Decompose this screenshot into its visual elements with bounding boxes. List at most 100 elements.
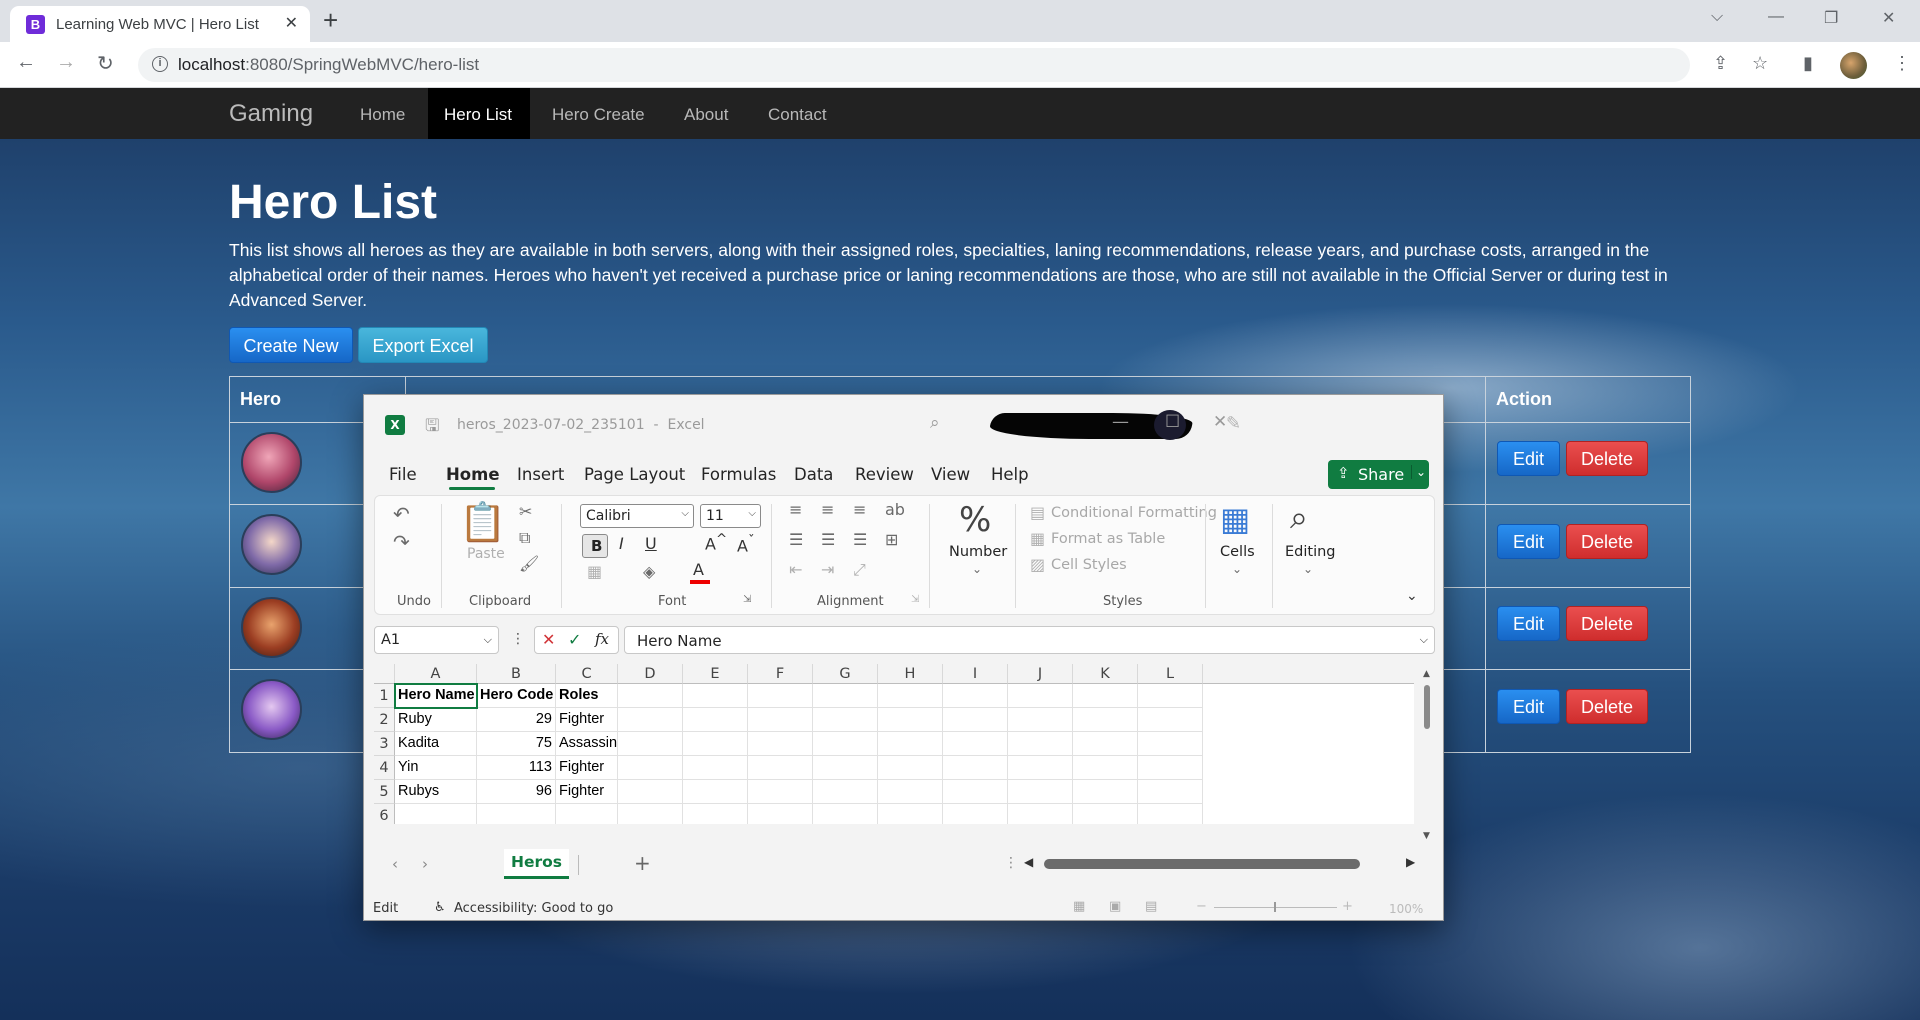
grid-cell[interactable] xyxy=(748,708,813,732)
grid-cell[interactable] xyxy=(943,732,1008,756)
grid-cell[interactable] xyxy=(878,756,943,780)
minimize-icon[interactable]: — xyxy=(1768,8,1784,26)
grid-cell[interactable]: Hero Code xyxy=(477,684,556,708)
grid-cell[interactable]: Hero Name xyxy=(395,684,477,708)
editing-search-icon[interactable]: ⌕ xyxy=(1290,498,1308,537)
share-icon[interactable]: ⇪ xyxy=(1713,53,1728,74)
close-window-icon[interactable]: ✕ xyxy=(1882,8,1895,28)
grid-cell[interactable] xyxy=(943,708,1008,732)
column-header[interactable]: L xyxy=(1138,664,1203,684)
delete-button[interactable]: Delete xyxy=(1566,441,1648,476)
scroll-down-icon[interactable]: ▼ xyxy=(1423,831,1430,841)
increase-font-icon[interactable]: A^ xyxy=(705,532,727,553)
align-right-icon[interactable]: ☰ xyxy=(853,530,867,549)
grid-cell[interactable] xyxy=(813,708,878,732)
grid-cell[interactable] xyxy=(813,684,878,708)
grid-cell[interactable] xyxy=(1073,708,1138,732)
grid-cell[interactable] xyxy=(395,804,477,824)
grid-cell[interactable] xyxy=(618,732,683,756)
zoom-out-icon[interactable]: − xyxy=(1196,899,1207,914)
fill-color-icon[interactable]: ◈ xyxy=(643,562,655,581)
grid-cell[interactable] xyxy=(943,756,1008,780)
grid-cell[interactable] xyxy=(878,684,943,708)
zoom-slider-thumb[interactable] xyxy=(1274,902,1276,912)
browser-tab[interactable]: B Learning Web MVC | Hero List ✕ xyxy=(10,6,310,42)
nav-hero-create[interactable]: Hero Create xyxy=(552,105,645,125)
column-header[interactable]: D xyxy=(618,664,683,684)
insert-function-icon[interactable]: fx xyxy=(595,630,609,648)
nav-home[interactable]: Home xyxy=(360,105,405,125)
side-panel-icon[interactable]: ▮ xyxy=(1803,53,1813,74)
accessibility-status[interactable]: Accessibility: Good to go xyxy=(454,901,613,916)
font-size-select[interactable]: 11 ⌵ xyxy=(700,504,761,528)
grid-cell[interactable]: Rubys xyxy=(395,780,477,804)
chevron-down-icon[interactable]: ⌄ xyxy=(1303,562,1313,576)
share-button[interactable]: ⇪ Share ⌄ xyxy=(1328,460,1429,489)
export-excel-button[interactable]: Export Excel xyxy=(358,327,488,363)
grid-cell[interactable] xyxy=(1073,780,1138,804)
spreadsheet-grid[interactable]: A B C D E F G H I J K L 1 2 3 4 5 6 7 He… xyxy=(374,664,1414,824)
menu-data[interactable]: Data xyxy=(794,465,833,484)
grid-cell[interactable] xyxy=(813,756,878,780)
grid-cell[interactable] xyxy=(1138,708,1203,732)
more-options-icon[interactable]: ⋮ xyxy=(511,631,525,647)
grid-cell[interactable] xyxy=(556,804,618,824)
create-new-button[interactable]: Create New xyxy=(229,327,353,363)
delete-button[interactable]: Delete xyxy=(1566,689,1648,724)
cancel-icon[interactable]: ✕ xyxy=(542,630,555,649)
grid-cell[interactable] xyxy=(943,780,1008,804)
scroll-up-icon[interactable]: ▲ xyxy=(1423,669,1430,679)
undo-icon[interactable]: ↶ xyxy=(393,502,410,526)
zoom-in-icon[interactable]: + xyxy=(1342,899,1353,914)
forward-icon[interactable]: → xyxy=(56,51,76,74)
grid-cell[interactable] xyxy=(1138,756,1203,780)
nav-contact[interactable]: Contact xyxy=(768,105,827,125)
menu-home[interactable]: Home xyxy=(446,465,500,484)
grid-cell[interactable] xyxy=(1008,684,1073,708)
menu-formulas[interactable]: Formulas xyxy=(701,465,776,484)
close-window-icon[interactable]: ✕ xyxy=(1213,412,1227,432)
row-header[interactable]: 6 xyxy=(374,804,395,824)
grid-cell[interactable]: Kadita xyxy=(395,732,477,756)
grid-cell[interactable] xyxy=(618,756,683,780)
wrap-text-icon[interactable]: ab xyxy=(885,500,905,519)
pen-icon[interactable]: ✎ xyxy=(1226,413,1241,434)
reload-icon[interactable]: ↻ xyxy=(97,51,114,76)
number-label[interactable]: Number xyxy=(949,544,1007,560)
scroll-left-icon[interactable]: ◀ xyxy=(1024,855,1033,869)
cut-icon[interactable]: ✂ xyxy=(519,502,532,521)
collapse-ribbon-icon[interactable]: ⌄ xyxy=(1406,588,1418,604)
align-center-icon[interactable]: ☰ xyxy=(821,530,835,549)
grid-cell[interactable] xyxy=(1008,708,1073,732)
delete-button[interactable]: Delete xyxy=(1566,524,1648,559)
grid-cell[interactable] xyxy=(1008,780,1073,804)
sheet-tab-heros[interactable]: Heros xyxy=(504,849,569,879)
grid-cell[interactable] xyxy=(1008,804,1073,824)
grid-cell[interactable] xyxy=(1138,732,1203,756)
grid-cell[interactable] xyxy=(943,684,1008,708)
grid-cell[interactable]: 96 xyxy=(477,780,556,804)
column-header[interactable]: E xyxy=(683,664,748,684)
close-tab-icon[interactable]: ✕ xyxy=(285,13,298,33)
merge-icon[interactable]: ⊞ xyxy=(885,530,898,549)
delete-button[interactable]: Delete xyxy=(1566,606,1648,641)
column-header[interactable]: K xyxy=(1073,664,1138,684)
grid-cell[interactable] xyxy=(618,684,683,708)
grid-cell[interactable] xyxy=(813,732,878,756)
number-format-icon[interactable]: % xyxy=(959,500,991,540)
menu-file[interactable]: File xyxy=(389,465,417,484)
align-left-icon[interactable]: ☰ xyxy=(789,530,803,549)
editing-label[interactable]: Editing xyxy=(1285,544,1336,560)
grid-cell[interactable]: Fighter xyxy=(556,756,618,780)
orientation-icon[interactable]: ⤢ xyxy=(853,560,866,580)
align-middle-icon[interactable]: ≡ xyxy=(821,500,834,519)
grid-cell[interactable] xyxy=(1073,732,1138,756)
column-header[interactable]: B xyxy=(477,664,556,684)
next-sheet-icon[interactable]: › xyxy=(422,855,428,873)
increase-indent-icon[interactable]: ⇥ xyxy=(821,560,834,579)
column-header[interactable]: C xyxy=(556,664,618,684)
underline-icon[interactable]: U xyxy=(645,534,657,553)
grid-cell[interactable] xyxy=(477,804,556,824)
format-as-table-button[interactable]: Format as Table xyxy=(1051,531,1165,547)
menu-view[interactable]: View xyxy=(931,465,970,484)
